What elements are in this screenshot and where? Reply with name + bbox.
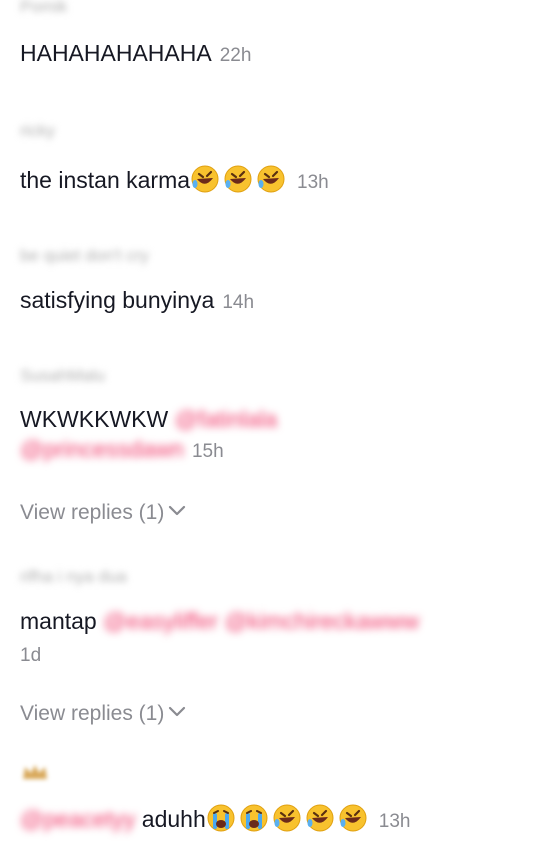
rofl-emoji-icon (339, 804, 367, 832)
comment-username[interactable]: Pomik (20, 0, 529, 18)
comment: ricky the instan karma 13h (20, 120, 529, 198)
comment-mention[interactable]: @fatinlala (175, 406, 278, 432)
comment-time: 1d (20, 645, 42, 666)
comment-text: the instan karma (20, 167, 191, 193)
comment-time: 13h (297, 172, 329, 193)
comment-text: WKWKKWKW (20, 406, 169, 432)
view-replies-button[interactable]: View replies (1) (20, 499, 186, 527)
view-replies-label: View replies (1) (20, 702, 165, 725)
rofl-emoji-icon (306, 804, 334, 832)
comment-time: 14h (222, 292, 255, 313)
comment: be quiet don't cry satisfying bunyinya 14… (20, 245, 529, 318)
comment: Pomik HAHAHAHAHAHA 22h (20, 0, 529, 71)
comment-text: aduhh (141, 806, 206, 832)
comment: @peacetyy aduhh 13h (20, 763, 529, 837)
rofl-emoji-icon (224, 165, 252, 193)
comment-mention[interactable]: @easyliffer @kimchireckawww (103, 608, 419, 634)
comment-text-line: satisfying bunyinya 14h (20, 285, 529, 318)
comment-text-line: WKWKKWKW @fatinlala (20, 404, 529, 434)
view-replies-label: View replies (1) (20, 501, 165, 524)
comment-username[interactable]: rifha i nya dua (20, 566, 529, 588)
chevron-down-icon (169, 706, 186, 717)
comment-text-line: the instan karma 13h (20, 164, 529, 198)
comment-mention[interactable]: @peacetyy (20, 806, 135, 832)
comment-username[interactable] (20, 763, 529, 787)
comment-text: HAHAHAHAHAHA (20, 40, 212, 66)
comment-time: 15h (191, 441, 224, 462)
comment-text-line: HAHAHAHAHAHA 22h (20, 38, 529, 71)
comment-text-line: @peacetyy aduhh 13h (20, 803, 529, 837)
comment-text-line: mantap @easyliffer @kimchireckawww (20, 606, 529, 636)
comment: SusahMalu WKWKKWKW @fatinlala @princessd… (20, 365, 529, 467)
chevron-down-icon (169, 505, 186, 516)
crown-icon (23, 765, 47, 779)
comment-username[interactable]: be quiet don't cry (20, 245, 529, 267)
comment-text: mantap (20, 608, 97, 634)
rofl-emoji-icon (273, 804, 301, 832)
rofl-emoji-icon (257, 165, 285, 193)
comment-text: satisfying bunyinya (20, 287, 215, 313)
comment-time: 22h (219, 45, 252, 66)
comment-time-line: 1d (20, 638, 529, 671)
comment: rifha i nya dua mantap @easyliffer @kimc… (20, 566, 529, 671)
crying-emoji-icon (240, 804, 268, 832)
comment-username[interactable]: SusahMalu (20, 365, 529, 387)
comment-text-line: @princessdawn 15h (20, 434, 529, 467)
comment-mention[interactable]: @princessdawn (20, 436, 184, 462)
comment-time: 13h (378, 811, 411, 832)
view-replies-button[interactable]: View replies (1) (20, 700, 186, 728)
rofl-emoji-icon (191, 165, 219, 193)
crying-emoji-icon (207, 804, 235, 832)
comment-username[interactable]: ricky (20, 120, 529, 142)
